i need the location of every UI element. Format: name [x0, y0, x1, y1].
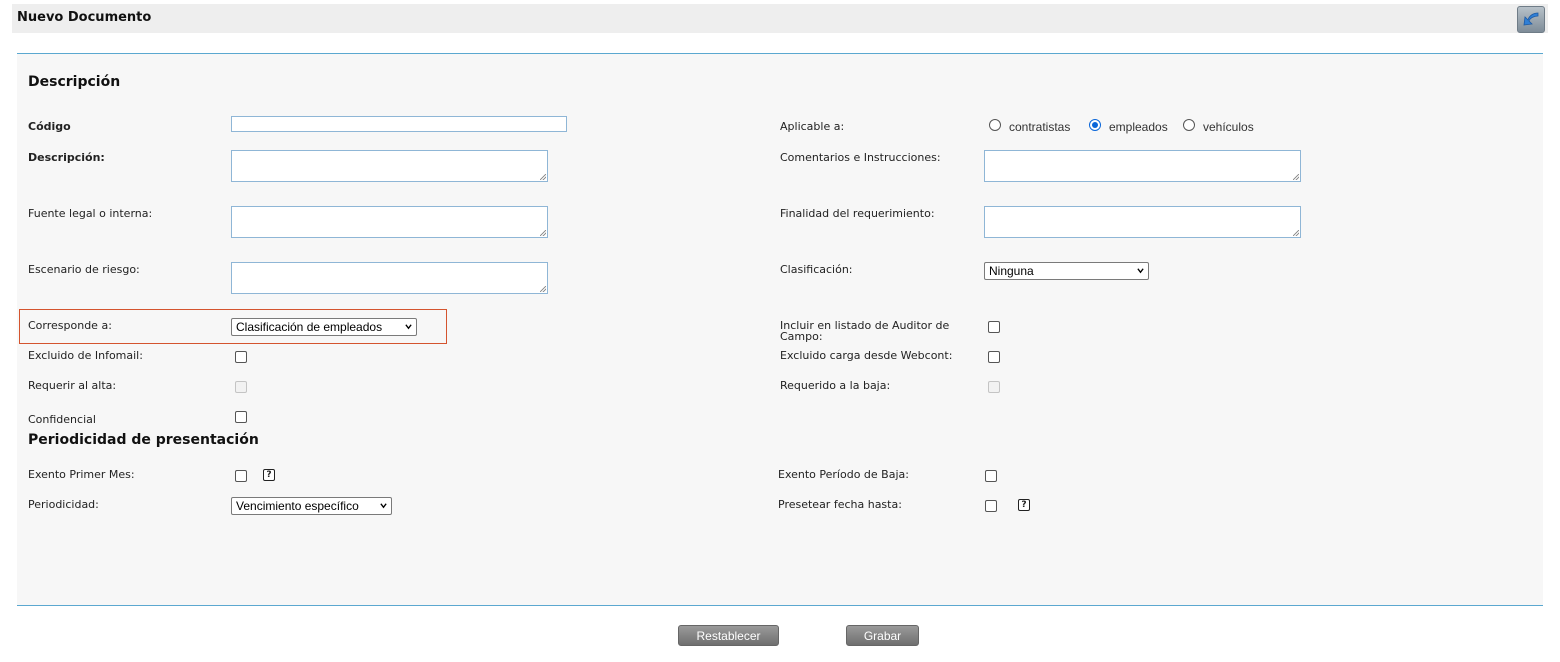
excluido-webcont-checkbox[interactable] [988, 351, 1000, 363]
chevron-down-icon [405, 324, 412, 330]
requerido-baja-label: Requerido a la baja: [780, 379, 891, 392]
codigo-input[interactable] [231, 116, 567, 132]
periodicidad-select-value: Vencimiento específico [236, 499, 359, 513]
incluir-auditor-checkbox[interactable] [988, 321, 1000, 333]
excluido-infomail-label: Excluido de Infomail: [28, 349, 143, 362]
page-header: Nuevo Documento [12, 4, 1548, 33]
presetear-label: Presetear fecha hasta: [778, 498, 902, 511]
requerir-alta-label: Requerir al alta: [28, 379, 117, 392]
radio-contratistas[interactable] [989, 119, 1001, 131]
radio-vehiculos-label: vehículos [1203, 120, 1254, 134]
help-icon[interactable]: ? [263, 469, 275, 481]
clasificacion-select[interactable]: Ninguna [984, 262, 1149, 280]
exento-primer-mes-label: Exento Primer Mes: [28, 468, 135, 481]
restablecer-button[interactable]: Restablecer [678, 625, 779, 646]
codigo-label: Código [28, 120, 71, 133]
clasificacion-label: Clasificación: [780, 263, 853, 276]
descripcion-textarea[interactable] [231, 150, 548, 182]
back-arrow-icon [1523, 12, 1539, 26]
descripcion-label: Descripción: [28, 151, 105, 164]
section-title-descripcion: Descripción [28, 74, 121, 90]
corresponde-select[interactable]: Clasificación de empleados [231, 318, 417, 336]
corresponde-label: Corresponde a: [28, 319, 112, 332]
finalidad-textarea[interactable] [984, 206, 1301, 238]
fuente-label: Fuente legal o interna: [28, 207, 153, 220]
periodicidad-select[interactable]: Vencimiento específico [231, 497, 392, 515]
exento-baja-checkbox[interactable] [985, 470, 997, 482]
corresponde-select-value: Clasificación de empleados [236, 320, 383, 334]
chevron-down-icon [380, 503, 387, 509]
clasificacion-select-value: Ninguna [989, 264, 1034, 278]
radio-empleados[interactable] [1089, 119, 1101, 131]
comentarios-textarea[interactable] [984, 150, 1301, 182]
periodicidad-label: Periodicidad: [28, 498, 99, 511]
finalidad-label: Finalidad del requerimiento: [780, 207, 935, 220]
fuente-textarea[interactable] [231, 206, 548, 238]
requerir-alta-checkbox [235, 381, 247, 393]
excluido-infomail-checkbox[interactable] [235, 351, 247, 363]
exento-baja-label: Exento Período de Baja: [778, 468, 909, 481]
requerido-baja-checkbox [988, 381, 1000, 393]
confidencial-checkbox[interactable] [235, 411, 247, 423]
chevron-down-icon [1137, 268, 1144, 274]
section-title-periodicidad: Periodicidad de presentación [28, 432, 259, 448]
exento-primer-mes-checkbox[interactable] [235, 470, 247, 482]
presetear-checkbox[interactable] [985, 500, 997, 512]
escenario-label: Escenario de riesgo: [28, 263, 140, 276]
confidencial-label: Confidencial [28, 413, 96, 426]
form-panel: Descripción Código Descripción: Fuente l… [17, 53, 1543, 606]
back-button[interactable] [1517, 6, 1545, 33]
help-icon[interactable]: ? [1018, 499, 1030, 511]
comentarios-label: Comentarios e Instrucciones: [780, 151, 941, 164]
radio-vehiculos[interactable] [1183, 119, 1195, 131]
radio-empleados-label: empleados [1109, 120, 1168, 134]
escenario-textarea[interactable] [231, 262, 548, 294]
incluir-auditor-label-cont: Campo: [780, 330, 823, 343]
radio-contratistas-label: contratistas [1009, 120, 1071, 134]
excluido-webcont-label: Excluido carga desde Webcont: [780, 349, 953, 362]
grabar-button[interactable]: Grabar [846, 625, 919, 646]
page-title: Nuevo Documento [17, 10, 152, 25]
aplicable-label: Aplicable a: [780, 120, 845, 133]
